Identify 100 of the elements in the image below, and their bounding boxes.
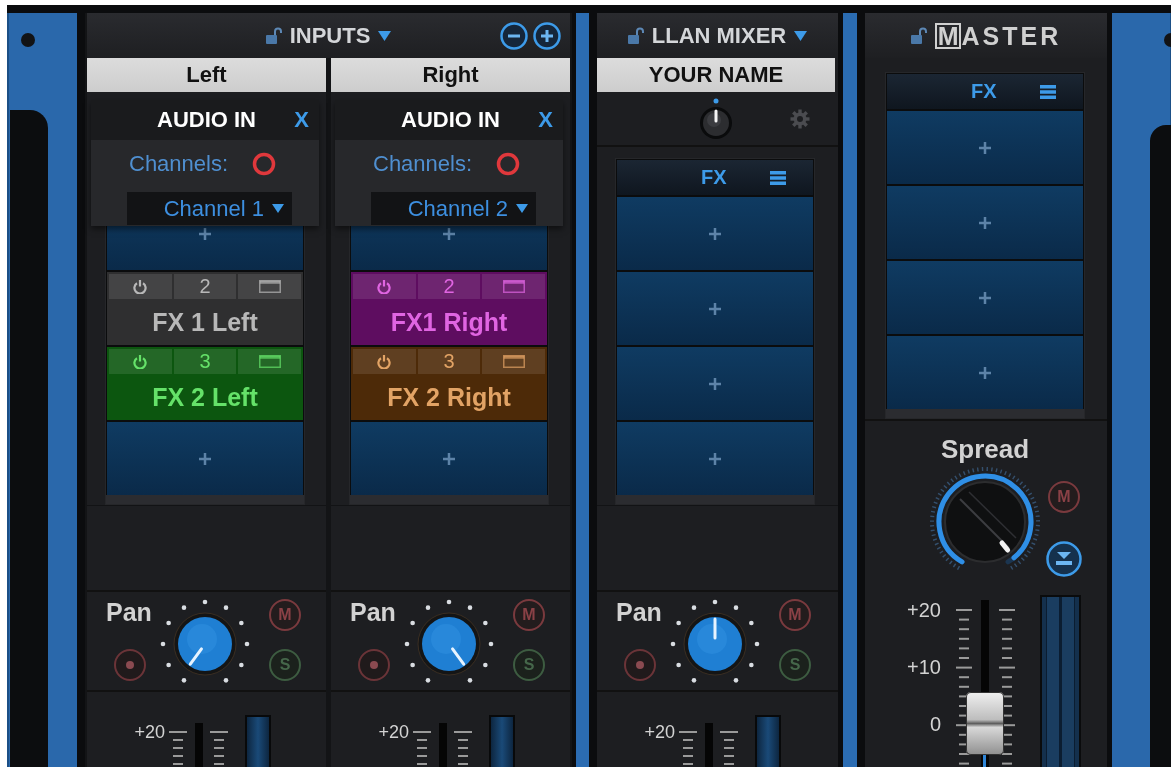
scale-label: +10 (907, 657, 941, 677)
fx-slot[interactable]: 2 FX1 Right (351, 272, 547, 345)
plus-icon (443, 227, 455, 240)
menu-icon[interactable] (1039, 84, 1056, 99)
plus-icon (709, 377, 721, 390)
channel-dropdown[interactable]: Channel 1 (127, 192, 292, 225)
fx-slot[interactable]: 3 FX 2 Left (107, 347, 303, 420)
ring-icon[interactable] (496, 152, 521, 176)
power-button[interactable] (353, 349, 416, 374)
fx-number: 2 (173, 274, 237, 299)
scale-label: +20 (907, 600, 941, 620)
fx-number: 3 (417, 349, 481, 374)
scale-label: +20 (134, 722, 165, 742)
level-meter (755, 715, 781, 767)
window-icon (502, 355, 525, 368)
record-button[interactable] (624, 649, 656, 681)
scale-label: 0 (929, 714, 941, 734)
minus-circle-icon[interactable] (500, 21, 528, 50)
fx-name: FX 1 Left (152, 307, 258, 337)
fx-slot[interactable]: 2 FX 1 Left (107, 272, 303, 345)
channel-name-label: Left (87, 58, 326, 92)
scale-label: +20 (644, 722, 675, 742)
caret-icon (516, 204, 528, 213)
window-icon (258, 280, 281, 293)
fader-thumb[interactable] (966, 692, 1004, 756)
mixer-menu-button[interactable]: LLAN MIXER (651, 22, 808, 49)
menu-icon[interactable] (769, 170, 786, 185)
fx-label: FX (701, 166, 727, 189)
power-icon (133, 354, 148, 369)
plus-icon (709, 227, 721, 240)
screw-icon (1164, 33, 1171, 47)
scale-label: +20 (378, 722, 409, 742)
plus-circle-icon[interactable] (533, 21, 561, 50)
ring-icon[interactable] (252, 152, 277, 176)
pan-label: Pan (106, 598, 152, 626)
triangle-bar-icon[interactable] (1046, 541, 1082, 577)
channel-name-label: YOUR NAME (597, 58, 835, 92)
window-button[interactable] (238, 274, 301, 299)
caret-icon (794, 30, 808, 41)
close-button[interactable]: X (292, 107, 311, 133)
close-button[interactable]: X (536, 107, 555, 133)
record-button[interactable] (358, 649, 390, 681)
tick-scale-drawing (413, 731, 431, 766)
plus-icon (709, 452, 721, 465)
plus-icon (199, 452, 211, 465)
screw-icon (21, 33, 35, 47)
fader-track[interactable] (966, 600, 1004, 767)
window-icon (258, 355, 281, 368)
gain-knob[interactable] (699, 97, 733, 140)
dot-icon (370, 661, 378, 669)
window-button[interactable] (238, 349, 301, 374)
channel-name-label: Right (331, 58, 570, 92)
fx-name: FX 2 Left (152, 382, 258, 412)
fader-track[interactable] (195, 723, 203, 767)
tick-scale-drawing (679, 731, 697, 766)
plus-icon (199, 227, 211, 240)
power-button[interactable] (109, 349, 172, 374)
plus-icon (979, 366, 991, 379)
caret-icon (378, 30, 392, 41)
fx-name: FX1 Right (390, 307, 508, 337)
fader-track[interactable] (705, 723, 713, 767)
pan-label: Pan (350, 598, 396, 626)
plus-icon (979, 216, 991, 229)
tick-scale-drawing (210, 731, 228, 766)
spread-label: Spread (940, 434, 1030, 464)
level-meter (245, 715, 271, 767)
plus-icon (443, 452, 455, 465)
fx-slot[interactable]: 3 FX 2 Right (351, 347, 547, 420)
popup-title: AUDIO IN (157, 107, 256, 133)
window-button[interactable] (482, 349, 545, 374)
fx-name: FX 2 Right (387, 382, 511, 412)
fader-track[interactable] (439, 723, 447, 767)
tick-scale-drawing (454, 731, 472, 766)
tick-scale-drawing (169, 731, 187, 766)
popup-title: AUDIO IN (401, 107, 500, 133)
pan-label: Pan (616, 598, 662, 626)
power-icon (377, 354, 392, 369)
lock-icon[interactable] (627, 27, 644, 44)
record-button[interactable] (114, 649, 146, 681)
plus-icon (979, 291, 991, 304)
inputs-menu-button[interactable]: INPUTS (289, 22, 392, 49)
channel-dropdown[interactable]: Channel 2 (371, 192, 536, 225)
channels-label: Channels: (373, 151, 473, 177)
level-meter (489, 715, 515, 767)
channels-label: Channels: (129, 151, 229, 177)
power-button[interactable] (109, 274, 172, 299)
lock-icon[interactable] (265, 27, 282, 44)
plus-icon (709, 302, 721, 315)
settings-icon[interactable] (790, 108, 810, 129)
window-icon (502, 280, 525, 293)
window-button[interactable] (482, 274, 545, 299)
dot-icon (636, 661, 644, 669)
fx-label: FX (971, 80, 997, 103)
fx-number: 3 (173, 349, 237, 374)
power-icon (133, 279, 148, 294)
tick-scale-drawing (720, 731, 738, 766)
power-icon (377, 279, 392, 294)
fx-number: 2 (417, 274, 481, 299)
power-button[interactable] (353, 274, 416, 299)
lock-icon[interactable] (910, 27, 927, 44)
